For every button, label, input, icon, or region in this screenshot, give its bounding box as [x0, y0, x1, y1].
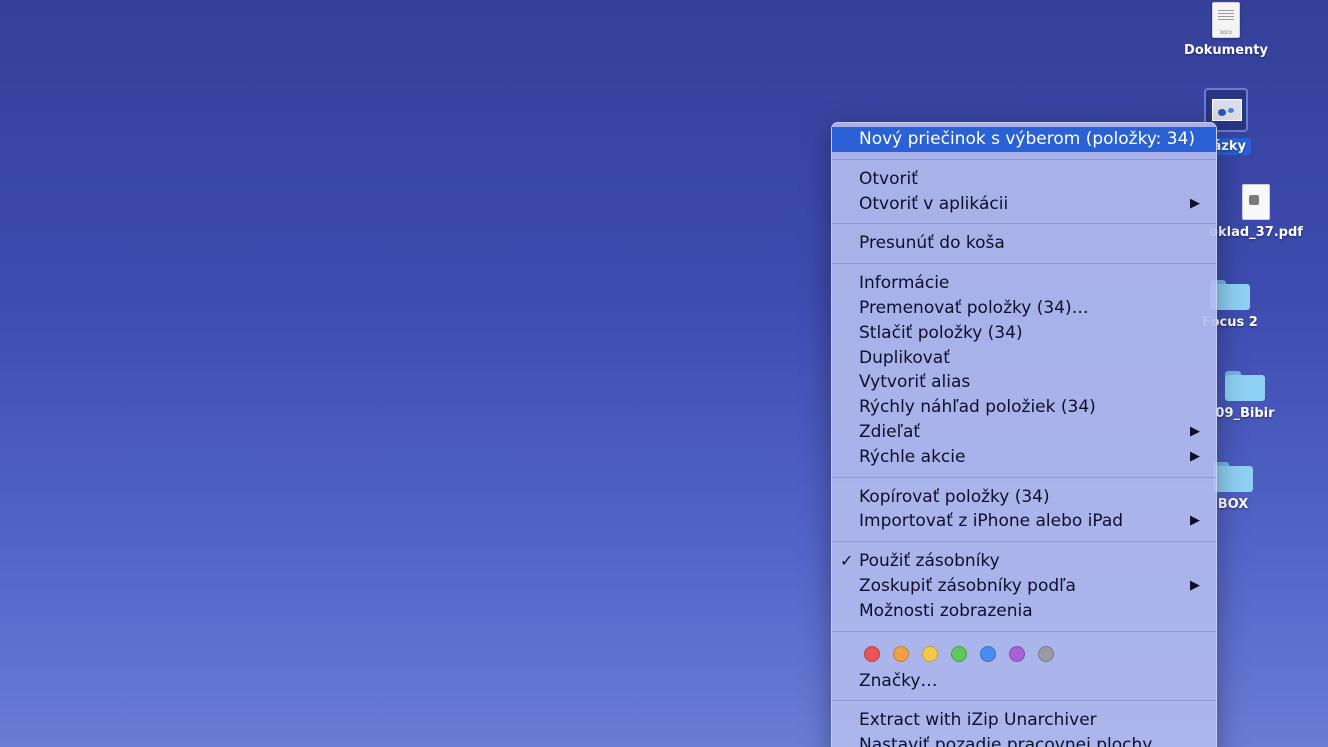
menu-item-label: Otvoriť [859, 168, 918, 189]
menu-item-open-with[interactable]: Otvoriť v aplikácii ▶ [832, 192, 1216, 217]
tag-color-dot-4[interactable] [951, 645, 967, 662]
menu-item-label: Zoskupiť zásobníky podľa [859, 575, 1076, 596]
menu-item-label: Kopírovať položky (34) [859, 486, 1050, 507]
tag-color-dot-7[interactable] [1038, 645, 1054, 662]
tag-color-dot-5[interactable] [980, 645, 996, 662]
menu-item-label: Extract with iZip Unarchiver [859, 710, 1097, 731]
tag-color-row [832, 639, 1216, 669]
menu-item-view-options[interactable]: Možnosti zobrazenia [832, 599, 1216, 624]
desktop-icon-label: BOX [1217, 497, 1249, 512]
menu-item-label: Stlačiť položky (34) [859, 322, 1023, 343]
submenu-arrow-icon: ▶ [1190, 513, 1200, 529]
menu-separator [832, 476, 1216, 478]
menu-item-label: Duplikovať [859, 347, 950, 368]
menu-item-quick-look[interactable]: Rýchly náhľad položiek (34) [832, 395, 1216, 420]
docx-file-icon: DOCX [1212, 2, 1240, 38]
menu-item-label: Nový priečinok s výberom (položky: 34) [859, 129, 1196, 149]
menu-item-group-stacks-by[interactable]: Zoskupiť zásobníky podľa ▶ [832, 574, 1216, 599]
menu-item-label: Premenovať položky (34)… [859, 297, 1089, 318]
pdf-file-icon [1242, 184, 1270, 220]
menu-item-set-desktop-background[interactable]: Nastaviť pozadie pracovnej plochy [832, 733, 1216, 747]
menu-item-label: Otvoriť v aplikácii [859, 193, 1009, 214]
tag-color-dot-3[interactable] [922, 645, 938, 662]
menu-item-label: Nastaviť pozadie pracovnej plochy [859, 735, 1153, 747]
menu-item-get-info[interactable]: Informácie [832, 271, 1216, 296]
submenu-arrow-icon: ▶ [1190, 423, 1200, 439]
menu-item-label: Rýchle akcie [859, 446, 966, 467]
context-menu: Nový priečinok s výberom (položky: 34) O… [831, 122, 1217, 747]
checkmark-icon: ✓ [840, 551, 854, 571]
menu-item-import-from-iphone[interactable]: Importovať z iPhone alebo iPad ▶ [832, 509, 1216, 534]
menu-item-quick-actions[interactable]: Rýchle akcie ▶ [832, 445, 1216, 470]
menu-item-copy[interactable]: Kopírovať položky (34) [832, 485, 1216, 510]
menu-separator [832, 541, 1216, 543]
menu-separator [832, 223, 1216, 225]
menu-separator [832, 630, 1216, 632]
menu-item-rename[interactable]: Premenovať položky (34)… [832, 296, 1216, 321]
tag-color-dot-2[interactable] [893, 645, 909, 662]
menu-item-label: Importovať z iPhone alebo iPad [859, 511, 1124, 532]
menu-item-label: Vytvoriť alias [859, 372, 971, 393]
menu-item-label: Informácie [859, 273, 950, 294]
menu-item-label: Zdieľať [859, 421, 921, 442]
submenu-arrow-icon: ▶ [1190, 195, 1200, 211]
menu-item-use-stacks[interactable]: ✓ Použiť zásobníky [832, 549, 1216, 574]
folder-icon [1225, 371, 1265, 401]
menu-item-make-alias[interactable]: Vytvoriť alias [832, 370, 1216, 395]
menu-item-tags[interactable]: Značky… [832, 669, 1216, 694]
menu-item-extract-izip[interactable]: Extract with iZip Unarchiver [832, 708, 1216, 733]
menu-item-new-folder-with-selection[interactable]: Nový priečinok s výberom (položky: 34) [832, 127, 1216, 152]
submenu-arrow-icon: ▶ [1190, 577, 1200, 593]
submenu-arrow-icon: ▶ [1190, 448, 1200, 464]
menu-item-label: Možnosti zobrazenia [859, 600, 1033, 621]
tag-color-dot-1[interactable] [864, 645, 880, 662]
menu-separator [832, 263, 1216, 265]
menu-item-duplicate[interactable]: Duplikovať [832, 346, 1216, 371]
desktop: DOCX Dokumenty rázky oklad_37.pdf Focus … [0, 0, 1328, 747]
menu-item-move-to-trash[interactable]: Presunúť do koša [832, 231, 1216, 256]
desktop-icon-label: Dokumenty [1184, 43, 1268, 58]
desktop-icon-label: oklad_37.pdf [1209, 225, 1303, 240]
menu-item-open[interactable]: Otvoriť [832, 167, 1216, 192]
desktop-icon-label: 09_Bibir [1215, 406, 1275, 421]
menu-item-label: Presunúť do koša [859, 233, 1005, 254]
menu-item-label: Rýchly náhľad položiek (34) [859, 397, 1096, 418]
menu-item-share[interactable]: Zdieľať ▶ [832, 420, 1216, 445]
folder-icon [1213, 462, 1253, 492]
menu-item-compress[interactable]: Stlačiť položky (34) [832, 321, 1216, 346]
menu-separator [832, 158, 1216, 160]
menu-item-label: Značky… [859, 670, 938, 691]
menu-item-label: Použiť zásobníky [859, 551, 1000, 572]
menu-separator [832, 700, 1216, 702]
desktop-icon-dokumenty[interactable]: DOCX Dokumenty [1156, 2, 1296, 59]
tag-color-dot-6[interactable] [1009, 645, 1025, 662]
